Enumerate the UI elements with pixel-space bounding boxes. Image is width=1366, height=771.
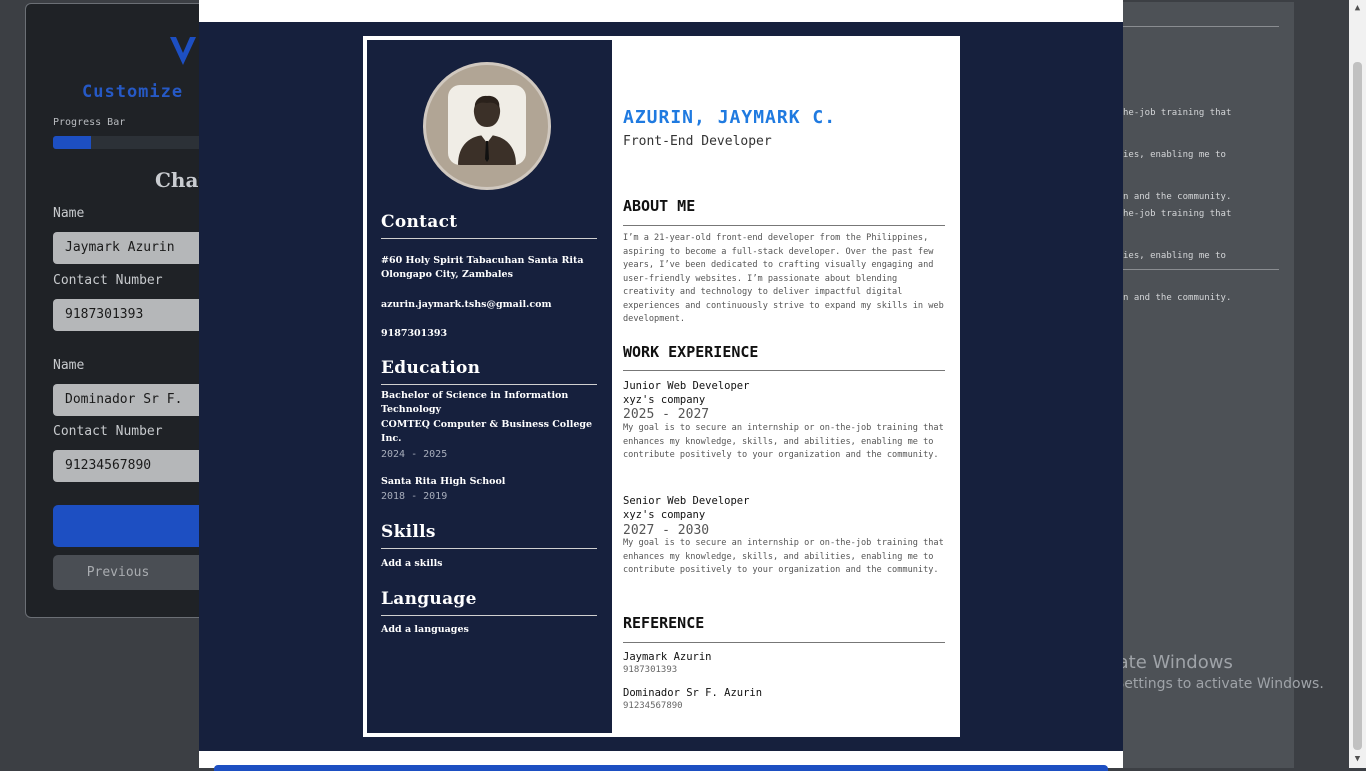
logo-icon [170,37,196,65]
previous-button[interactable]: Previous [53,555,213,590]
education-section: Education Bachelor of Science in Informa… [381,358,597,504]
job-position: Junior Web Developer [623,380,750,392]
chevron-down-icon[interactable]: ▼ [1349,751,1366,768]
divider [623,642,945,643]
ref1-contact-label: Contact Number [53,273,163,288]
job-dates: 2025 - 2027 [623,407,710,422]
resume-preview-modal: Contact #60 Holy Spirit Tabacuhan Santa … [199,0,1123,771]
contact-section: Contact #60 Holy Spirit Tabacuhan Santa … [381,212,597,341]
divider [381,384,597,385]
about-text: I’m a 21-year-old front-end developer fr… [623,233,944,324]
work-title: WORK EXPERIENCE [623,343,759,361]
education-school: Santa Rita High School [381,476,506,487]
language-text: Add a languages [381,624,469,635]
reference-name: Jaymark Azurin [623,651,712,663]
education-degree: Bachelor of Science in Information Techn… [381,390,569,415]
about-title: ABOUT ME [623,197,696,215]
education-title: Education [381,358,481,378]
education-school: COMTEQ Computer & Business College Inc. [381,419,593,444]
scroll-thumb[interactable] [1353,62,1362,750]
divider [381,548,597,549]
modal-header [199,0,1123,23]
contact-address: #60 Holy Spirit Tabacuhan Santa Rita Olo… [381,255,584,280]
ref1-name-input[interactable]: Jaymark Azurin [53,232,213,264]
next-button[interactable] [53,505,213,547]
download-button[interactable] [214,765,1108,771]
job-description: My goal is to secure an internship or on… [623,423,944,460]
divider [1123,269,1279,270]
progress-bar [53,136,203,149]
contact-phone: 9187301393 [381,328,448,339]
job-company: xyz's company [623,509,706,521]
user-avatar-icon [448,85,526,165]
reference-number: 91234567890 [623,701,683,711]
ref1-contact-input[interactable]: 9187301393 [53,299,213,331]
progress-label: Progress Bar [53,117,126,128]
contact-title: Contact [381,212,458,232]
preview-text-2: he-job training that ies, enabling me to… [1123,209,1232,303]
reference-name: Dominador Sr F. Azurin [623,687,763,699]
page-scrollbar[interactable]: ▲ ▼ [1349,0,1366,768]
form-title: Customize [82,82,184,102]
divider [623,225,945,226]
education-years: 2024 - 2025 [381,449,448,460]
divider [381,615,597,616]
job-description: My goal is to secure an internship or on… [623,538,944,575]
resume-page: Contact #60 Holy Spirit Tabacuhan Santa … [363,36,960,737]
modal-body: Contact #60 Holy Spirit Tabacuhan Santa … [199,22,1123,751]
reference-number: 9187301393 [623,665,678,675]
resume-sidebar: Contact #60 Holy Spirit Tabacuhan Santa … [367,40,612,733]
ref2-name-label: Name [53,358,85,373]
ref2-contact-input[interactable]: 91234567890 [53,450,213,482]
divider [1123,26,1279,27]
job-dates: 2027 - 2030 [623,523,710,538]
ref1-name-label: Name [53,206,85,221]
resume-role: Front-End Developer [623,134,772,149]
ref2-name-input[interactable]: Dominador Sr F. [53,384,213,416]
education-years: 2018 - 2019 [381,491,448,502]
divider [623,370,945,371]
ref2-contact-label: Contact Number [53,424,163,439]
skills-title: Skills [381,522,436,542]
chevron-up-icon[interactable]: ▲ [1349,0,1366,17]
reference-title: REFERENCE [623,614,705,632]
progress-fill [53,136,91,149]
resume-name: AZURIN, JAYMARK C. [623,107,837,128]
job-position: Senior Web Developer [623,495,750,507]
modal-footer [199,751,1123,771]
language-section: Language Add a languages [381,589,597,637]
contact-email: azurin.jaymark.tshs@gmail.com [381,299,552,310]
divider [381,238,597,239]
avatar [423,62,551,190]
job-company: xyz's company [623,394,706,406]
language-title: Language [381,589,477,609]
skills-section: Skills Add a skills [381,522,597,571]
skills-text: Add a skills [381,558,443,569]
